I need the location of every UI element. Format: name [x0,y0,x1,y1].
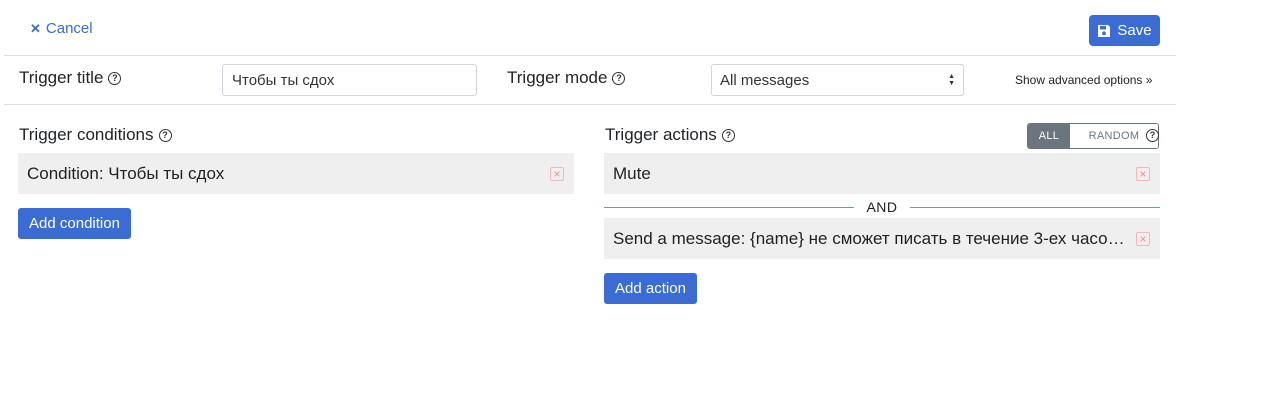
separator-line-right [910,207,1160,208]
cancel-label: Cancel [45,20,93,37]
trigger-actions-text: Trigger actions [605,125,717,144]
remove-x-icon[interactable]: × [1136,231,1150,246]
add-action-button[interactable]: Add action [604,273,697,304]
trigger-mode-selected: All messages [720,71,810,89]
divider-top [4,55,1176,56]
close-icon: ✕ [30,21,41,36]
show-advanced-options-link[interactable]: Show advanced options » [1015,73,1152,87]
action-text: Send a message: {name} не сможет писать … [613,228,1130,248]
action-mode-toggle: ALL RANDOM [1027,123,1159,149]
floppy-disk-icon [1098,24,1111,37]
action-text: Mute [613,163,651,183]
question-circle-icon[interactable]: ? [612,71,626,85]
action-mode-random[interactable]: RANDOM [1070,124,1158,148]
question-circle-icon[interactable]: ? [108,71,122,85]
save-label: Save [1117,22,1152,39]
question-circle-icon[interactable]: ? [1146,129,1159,142]
and-separator-label: AND [866,199,898,215]
trigger-conditions-label: Trigger conditions ? [19,125,172,145]
remove-x-icon[interactable]: × [1136,166,1150,181]
action-item[interactable]: Send a message: {name} не сможет писать … [604,218,1160,259]
condition-text: Condition: Чтобы ты сдох [27,163,225,183]
divider-middle [4,104,1176,105]
trigger-conditions-text: Trigger conditions [19,125,154,144]
select-arrows-icon: ▲ ▼ [948,73,955,87]
action-item[interactable]: Mute × [604,153,1160,194]
trigger-title-text: Trigger title [19,68,104,87]
question-circle-icon[interactable]: ? [721,128,735,142]
trigger-actions-label: Trigger actions ? [605,125,735,145]
trigger-editor: ✕ Cancel Save Trigger title ? Trigger mo… [0,0,1280,398]
condition-item[interactable]: Condition: Чтобы ты сдох × [18,153,574,194]
remove-x-icon[interactable]: × [550,166,564,181]
trigger-mode-select[interactable]: All messages ▲ ▼ [711,64,964,96]
trigger-title-input[interactable] [222,64,477,96]
cancel-link[interactable]: ✕ Cancel [30,20,93,37]
add-condition-button[interactable]: Add condition [18,208,131,239]
trigger-title-label: Trigger title ? [19,68,122,88]
separator-line-left [604,207,854,208]
trigger-mode-text: Trigger mode [507,68,608,87]
question-circle-icon[interactable]: ? [158,128,172,142]
save-button[interactable]: Save [1089,15,1160,46]
trigger-mode-label: Trigger mode ? [507,68,626,88]
action-mode-all[interactable]: ALL [1028,124,1070,148]
